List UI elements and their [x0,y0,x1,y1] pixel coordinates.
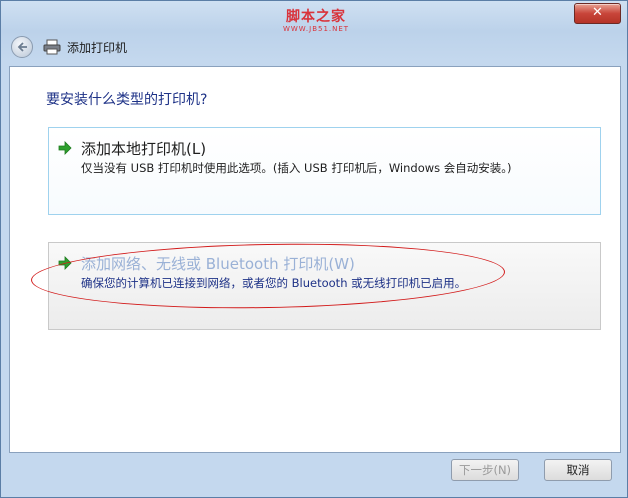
close-button[interactable]: ✕ [574,3,621,24]
next-button[interactable]: 下一步(N) [451,459,519,481]
cancel-button[interactable]: 取消 [544,459,612,481]
printer-icon [43,39,61,55]
back-arrow-icon [17,42,27,52]
watermark: 脚本之家 WWW.JB51.NET [271,9,361,34]
watermark-url: WWW.JB51.NET [282,25,350,33]
option-title: 添加本地打印机(L) [81,140,207,158]
add-printer-window: ✕ 脚本之家 WWW.JB51.NET 添加打印机 要安装什么类型的打印机? 添… [0,0,628,498]
option-add-local-printer[interactable]: 添加本地打印机(L) 仅当没有 USB 打印机时使用此选项。(插入 USB 打印… [48,127,601,215]
green-arrow-icon [58,141,72,155]
page-title: 要安装什么类型的打印机? [46,92,208,108]
navigation-bar: 添加打印机 [11,35,127,59]
back-button[interactable] [11,36,33,58]
option-description: 仅当没有 USB 打印机时使用此选项。(插入 USB 打印机后，Windows … [81,161,512,175]
watermark-title: 脚本之家 [286,9,346,25]
window-title: 添加打印机 [67,40,128,55]
